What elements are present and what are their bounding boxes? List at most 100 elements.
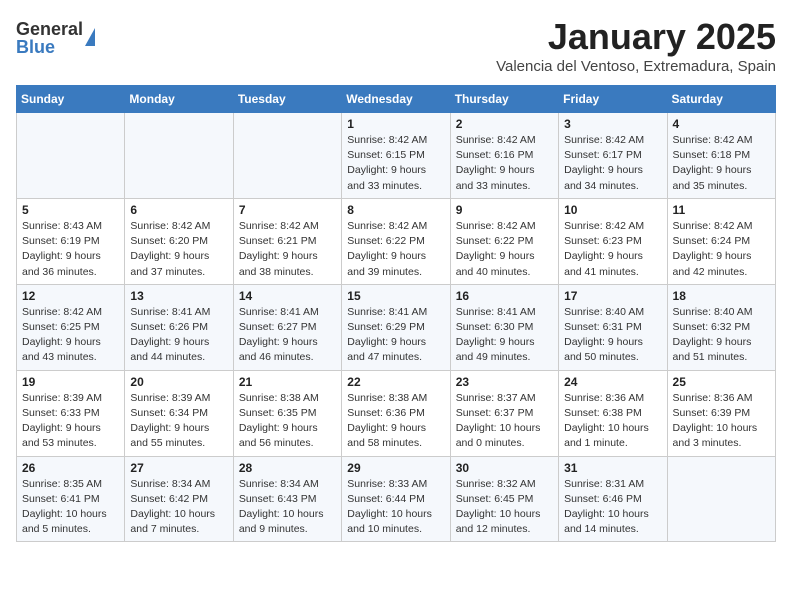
day-info-text: Sunrise: 8:42 AM Sunset: 6:21 PM Dayligh… — [239, 219, 336, 280]
day-info-text: Sunrise: 8:42 AM Sunset: 6:15 PM Dayligh… — [347, 133, 444, 194]
day-number: 28 — [239, 461, 336, 475]
calendar-cell: 16 Sunrise: 8:41 AM Sunset: 6:30 PM Dayli… — [450, 284, 558, 370]
calendar-table: SundayMondayTuesdayWednesdayThursdayFrid… — [16, 85, 776, 542]
day-number: 15 — [347, 289, 444, 303]
calendar-cell: 22 Sunrise: 8:38 AM Sunset: 6:36 PM Dayli… — [342, 370, 450, 456]
calendar-cell: 14 Sunrise: 8:41 AM Sunset: 6:27 PM Dayli… — [233, 284, 341, 370]
day-number: 31 — [564, 461, 661, 475]
weekday-header-tuesday: Tuesday — [233, 86, 341, 113]
day-number: 26 — [22, 461, 119, 475]
logo-general-text: General — [16, 20, 83, 38]
day-info-text: Sunrise: 8:34 AM Sunset: 6:42 PM Dayligh… — [130, 477, 227, 538]
day-number: 7 — [239, 203, 336, 217]
logo-blue-text: Blue — [16, 38, 83, 56]
calendar-cell: 7 Sunrise: 8:42 AM Sunset: 6:21 PM Daylig… — [233, 198, 341, 284]
day-number: 16 — [456, 289, 553, 303]
day-info-text: Sunrise: 8:42 AM Sunset: 6:24 PM Dayligh… — [673, 219, 770, 280]
calendar-cell: 8 Sunrise: 8:42 AM Sunset: 6:22 PM Daylig… — [342, 198, 450, 284]
weekday-header-thursday: Thursday — [450, 86, 558, 113]
calendar-cell: 2 Sunrise: 8:42 AM Sunset: 6:16 PM Daylig… — [450, 113, 558, 199]
calendar-cell: 25 Sunrise: 8:36 AM Sunset: 6:39 PM Dayli… — [667, 370, 775, 456]
day-number: 13 — [130, 289, 227, 303]
logo: General Blue — [16, 20, 95, 56]
calendar-cell: 30 Sunrise: 8:32 AM Sunset: 6:45 PM Dayli… — [450, 456, 558, 542]
day-number: 30 — [456, 461, 553, 475]
day-number: 27 — [130, 461, 227, 475]
day-info-text: Sunrise: 8:42 AM Sunset: 6:20 PM Dayligh… — [130, 219, 227, 280]
day-number: 8 — [347, 203, 444, 217]
day-info-text: Sunrise: 8:36 AM Sunset: 6:39 PM Dayligh… — [673, 391, 770, 452]
day-number: 25 — [673, 375, 770, 389]
day-number: 18 — [673, 289, 770, 303]
calendar-week-row: 26 Sunrise: 8:35 AM Sunset: 6:41 PM Dayli… — [17, 456, 776, 542]
calendar-header: SundayMondayTuesdayWednesdayThursdayFrid… — [17, 86, 776, 113]
calendar-week-row: 19 Sunrise: 8:39 AM Sunset: 6:33 PM Dayli… — [17, 370, 776, 456]
calendar-cell: 13 Sunrise: 8:41 AM Sunset: 6:26 PM Dayli… — [125, 284, 233, 370]
weekday-header-friday: Friday — [559, 86, 667, 113]
day-info-text: Sunrise: 8:36 AM Sunset: 6:38 PM Dayligh… — [564, 391, 661, 452]
calendar-cell: 15 Sunrise: 8:41 AM Sunset: 6:29 PM Dayli… — [342, 284, 450, 370]
calendar-cell — [125, 113, 233, 199]
weekday-header-row: SundayMondayTuesdayWednesdayThursdayFrid… — [17, 86, 776, 113]
day-info-text: Sunrise: 8:42 AM Sunset: 6:16 PM Dayligh… — [456, 133, 553, 194]
calendar-cell: 4Sunrise: 8:42 AM Sunset: 6:18 PM Daylig… — [667, 113, 775, 199]
calendar-cell: 21Sunrise: 8:38 AM Sunset: 6:35 PM Dayli… — [233, 370, 341, 456]
day-number: 12 — [22, 289, 119, 303]
day-info-text: Sunrise: 8:32 AM Sunset: 6:45 PM Dayligh… — [456, 477, 553, 538]
calendar-cell — [233, 113, 341, 199]
day-number: 19 — [22, 375, 119, 389]
day-info-text: Sunrise: 8:42 AM Sunset: 6:18 PM Dayligh… — [673, 133, 770, 194]
day-number: 29 — [347, 461, 444, 475]
day-info-text: Sunrise: 8:41 AM Sunset: 6:29 PM Dayligh… — [347, 305, 444, 366]
calendar-cell: 12 Sunrise: 8:42 AM Sunset: 6:25 PM Dayli… — [17, 284, 125, 370]
day-info-text: Sunrise: 8:42 AM Sunset: 6:23 PM Dayligh… — [564, 219, 661, 280]
day-number: 17 — [564, 289, 661, 303]
weekday-header-wednesday: Wednesday — [342, 86, 450, 113]
day-info-text: Sunrise: 8:41 AM Sunset: 6:30 PM Dayligh… — [456, 305, 553, 366]
calendar-cell: 18 Sunrise: 8:40 AM Sunset: 6:32 PM Dayli… — [667, 284, 775, 370]
calendar-cell: 28 Sunrise: 8:34 AM Sunset: 6:43 PM Dayli… — [233, 456, 341, 542]
day-number: 20 — [130, 375, 227, 389]
title-block: January 2025 Valencia del Ventoso, Extre… — [496, 16, 776, 75]
day-info-text: Sunrise: 8:40 AM Sunset: 6:32 PM Dayligh… — [673, 305, 770, 366]
day-info-text: Sunrise: 8:38 AM Sunset: 6:35 PM Dayligh… — [239, 391, 336, 452]
calendar-cell: 20Sunrise: 8:39 AM Sunset: 6:34 PM Dayli… — [125, 370, 233, 456]
day-info-text: Sunrise: 8:42 AM Sunset: 6:17 PM Dayligh… — [564, 133, 661, 194]
day-info-text: Sunrise: 8:37 AM Sunset: 6:37 PM Dayligh… — [456, 391, 553, 452]
calendar-week-row: 5Sunrise: 8:43 AM Sunset: 6:19 PM Daylig… — [17, 198, 776, 284]
calendar-cell: 9 Sunrise: 8:42 AM Sunset: 6:22 PM Daylig… — [450, 198, 558, 284]
day-info-text: Sunrise: 8:41 AM Sunset: 6:27 PM Dayligh… — [239, 305, 336, 366]
day-number: 5 — [22, 203, 119, 217]
calendar-cell: 31Sunrise: 8:31 AM Sunset: 6:46 PM Dayli… — [559, 456, 667, 542]
day-info-text: Sunrise: 8:42 AM Sunset: 6:25 PM Dayligh… — [22, 305, 119, 366]
weekday-header-monday: Monday — [125, 86, 233, 113]
calendar-cell: 10Sunrise: 8:42 AM Sunset: 6:23 PM Dayli… — [559, 198, 667, 284]
day-number: 23 — [456, 375, 553, 389]
day-number: 3 — [564, 117, 661, 131]
day-number: 2 — [456, 117, 553, 131]
day-number: 9 — [456, 203, 553, 217]
day-number: 14 — [239, 289, 336, 303]
day-info-text: Sunrise: 8:39 AM Sunset: 6:33 PM Dayligh… — [22, 391, 119, 452]
day-info-text: Sunrise: 8:42 AM Sunset: 6:22 PM Dayligh… — [456, 219, 553, 280]
weekday-header-sunday: Sunday — [17, 86, 125, 113]
calendar-week-row: 12 Sunrise: 8:42 AM Sunset: 6:25 PM Dayli… — [17, 284, 776, 370]
calendar-cell: 24 Sunrise: 8:36 AM Sunset: 6:38 PM Dayli… — [559, 370, 667, 456]
day-info-text: Sunrise: 8:34 AM Sunset: 6:43 PM Dayligh… — [239, 477, 336, 538]
day-info-text: Sunrise: 8:41 AM Sunset: 6:26 PM Dayligh… — [130, 305, 227, 366]
weekday-header-saturday: Saturday — [667, 86, 775, 113]
day-info-text: Sunrise: 8:38 AM Sunset: 6:36 PM Dayligh… — [347, 391, 444, 452]
calendar-cell: 5Sunrise: 8:43 AM Sunset: 6:19 PM Daylig… — [17, 198, 125, 284]
day-info-text: Sunrise: 8:33 AM Sunset: 6:44 PM Dayligh… — [347, 477, 444, 538]
logo-triangle-icon — [85, 28, 95, 46]
day-number: 22 — [347, 375, 444, 389]
calendar-cell: 11Sunrise: 8:42 AM Sunset: 6:24 PM Dayli… — [667, 198, 775, 284]
day-info-text: Sunrise: 8:40 AM Sunset: 6:31 PM Dayligh… — [564, 305, 661, 366]
day-info-text: Sunrise: 8:42 AM Sunset: 6:22 PM Dayligh… — [347, 219, 444, 280]
calendar-cell: 6Sunrise: 8:42 AM Sunset: 6:20 PM Daylig… — [125, 198, 233, 284]
day-number: 24 — [564, 375, 661, 389]
calendar-cell: 23 Sunrise: 8:37 AM Sunset: 6:37 PM Dayli… — [450, 370, 558, 456]
calendar-cell: 26 Sunrise: 8:35 AM Sunset: 6:41 PM Dayli… — [17, 456, 125, 542]
location-subtitle: Valencia del Ventoso, Extremadura, Spain — [496, 58, 776, 75]
day-info-text: Sunrise: 8:35 AM Sunset: 6:41 PM Dayligh… — [22, 477, 119, 538]
